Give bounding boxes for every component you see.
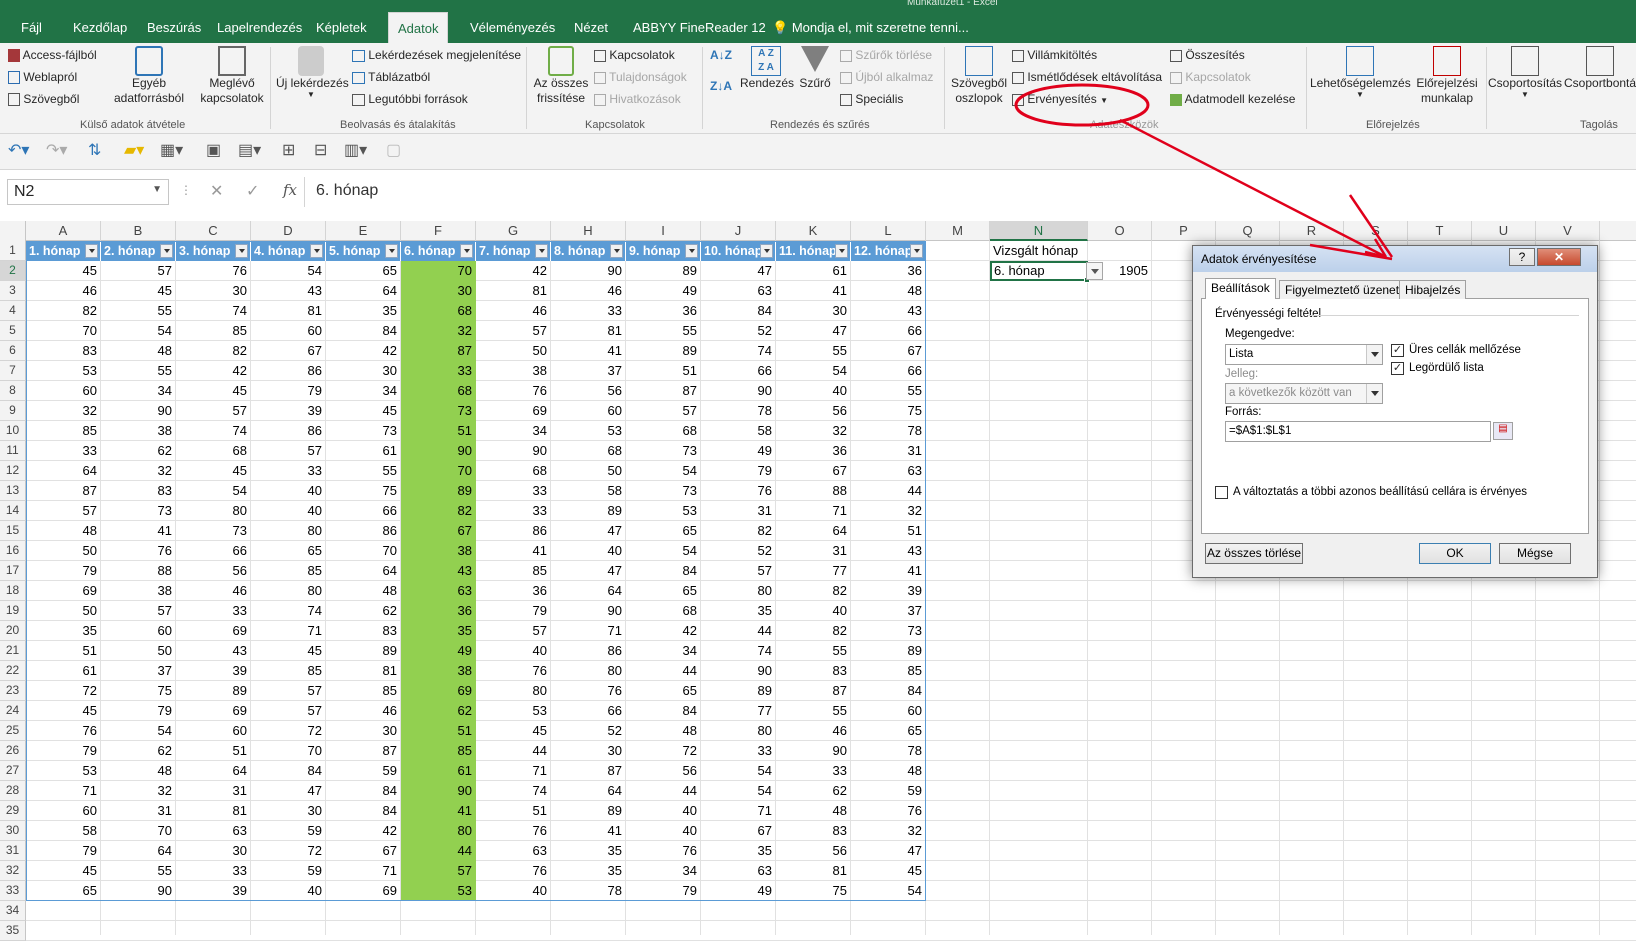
annotation-arrow (1119, 118, 1387, 259)
annotation-overlay (1014, 83, 1394, 261)
annotation-arrow (1348, 194, 1394, 258)
annotation-ellipse (1014, 83, 1150, 127)
